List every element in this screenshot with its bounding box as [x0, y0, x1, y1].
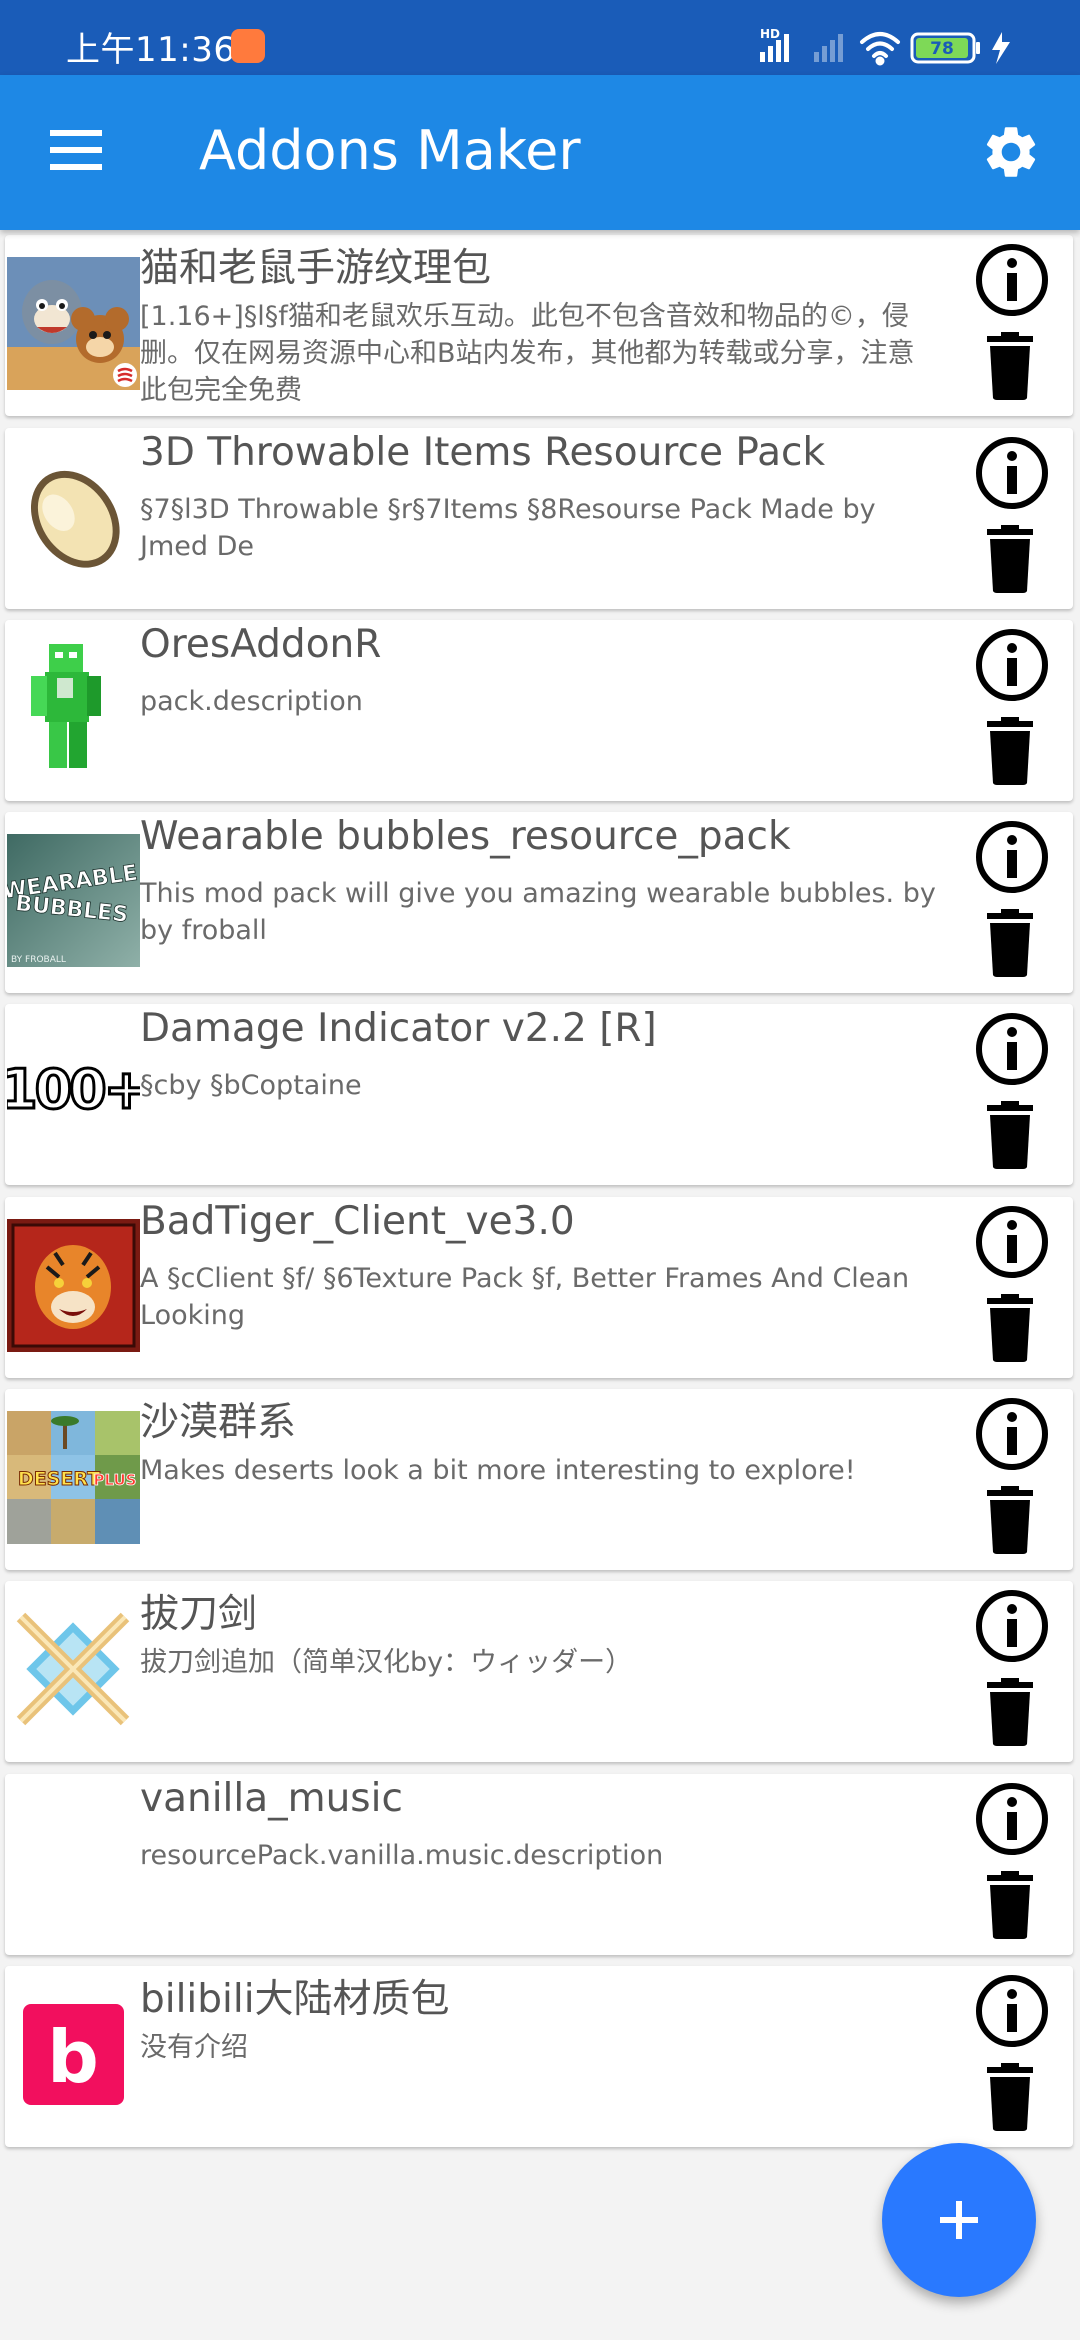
app-bar: Addons Maker	[0, 75, 1080, 230]
egg-item-thumbnail	[7, 450, 140, 583]
info-icon[interactable]	[973, 1203, 1051, 1281]
pack-title: 拔刀剑	[140, 1592, 258, 1637]
froball-thumb-text: BY FROBALL	[11, 955, 66, 965]
pack-card[interactable]: BadTiger_Client_ve3.0 A §cClient §f/ §6T…	[5, 1197, 1073, 1378]
network-label: HD	[760, 27, 780, 41]
pack-card[interactable]: 猫和老鼠手游纹理包 [1.16+]§l§f猫和老鼠欢乐互动。此包不包含音效和物品…	[5, 235, 1073, 416]
trash-icon[interactable]	[985, 1101, 1035, 1169]
pack-card[interactable]: WEARABLE BUBBLES BY FROBALL Wearable bub…	[5, 812, 1073, 993]
pack-card[interactable]: DESERT PLUS 沙漠群系 Makes deserts look a bi…	[5, 1389, 1073, 1570]
wifi-icon	[860, 32, 900, 66]
battery-level: 78	[930, 39, 954, 59]
pack-card[interactable]: 3D Throwable Items Resource Pack §7§l3D …	[5, 428, 1073, 609]
crossed-swords-thumbnail	[7, 1603, 140, 1736]
trash-icon[interactable]	[985, 1871, 1035, 1939]
pack-description: resourcePack.vanilla.music.description	[140, 1840, 664, 1871]
pack-title: Wearable bubbles_resource_pack	[140, 814, 791, 859]
desert-thumb-text: DESERT	[18, 1468, 100, 1490]
settings-icon[interactable]	[980, 121, 1042, 183]
charging-icon	[992, 32, 1010, 64]
trash-icon[interactable]	[985, 525, 1035, 593]
bilibili-thumb-text: b	[47, 2015, 99, 2099]
pack-thumbnail	[7, 1219, 140, 1352]
pack-thumbnail: WEARABLE BUBBLES BY FROBALL	[7, 834, 140, 967]
pack-thumbnail	[7, 450, 140, 583]
plus-thumb-text: PLUS	[93, 1471, 136, 1489]
tiger-logo-thumbnail	[7, 1219, 140, 1352]
bilibili-logo-thumbnail: b	[7, 1988, 140, 2121]
pack-thumbnail	[7, 257, 140, 390]
pack-title: vanilla_music	[140, 1776, 403, 1821]
green-ore-character-thumbnail	[7, 642, 140, 775]
app-notification-icon	[231, 29, 265, 63]
battery-icon: 78	[910, 32, 980, 64]
blank-thumbnail	[7, 1796, 140, 1929]
wearable-bubbles-thumbnail: WEARABLE BUBBLES BY FROBALL	[7, 834, 140, 967]
status-icons: HD 78	[760, 27, 1010, 66]
pack-card[interactable]: 100+ Damage Indicator v2.2 [R] §cby §bCo…	[5, 1004, 1073, 1185]
pack-description: pack.description	[140, 686, 363, 717]
trash-icon[interactable]	[985, 332, 1035, 400]
pack-description: A §cClient §f/ §6Texture Pack §f, Better…	[140, 1263, 910, 1331]
pack-thumbnail	[7, 1603, 140, 1736]
pack-description: This mod pack will give you amazing wear…	[140, 878, 936, 946]
info-icon[interactable]	[973, 1395, 1051, 1473]
pack-thumbnail: b	[7, 1988, 140, 2121]
pack-thumbnail	[7, 1796, 140, 1929]
add-icon	[940, 2201, 978, 2239]
pack-title: 猫和老鼠手游纹理包	[140, 246, 492, 291]
info-icon[interactable]	[973, 434, 1051, 512]
pack-thumbnail	[7, 642, 140, 775]
pack-description: §cby §bCoptaine	[140, 1070, 362, 1101]
pack-card[interactable]: 拔刀剑 拔刀剑追加（简单汉化by：ウィッダー）	[5, 1581, 1073, 1762]
pack-title: BadTiger_Client_ve3.0	[140, 1199, 575, 1244]
menu-icon[interactable]	[48, 128, 104, 172]
pack-title: bilibili大陆材质包	[140, 1977, 450, 2022]
info-icon[interactable]	[973, 1587, 1051, 1665]
pack-description: 拔刀剑追加（简单汉化by：ウィッダー）	[140, 1647, 633, 1678]
trash-icon[interactable]	[985, 909, 1035, 977]
pack-thumbnail: 100+	[7, 1026, 140, 1159]
info-icon[interactable]	[973, 626, 1051, 704]
pack-description: [1.16+]§l§f猫和老鼠欢乐互动。此包不包含音效和物品的©，侵删。仅在网易…	[140, 301, 915, 406]
app-title: Addons Maker	[199, 119, 581, 182]
trash-icon[interactable]	[985, 2063, 1035, 2131]
pack-title: 3D Throwable Items Resource Pack	[140, 430, 826, 475]
desert-plus-thumbnail: DESERT PLUS	[7, 1411, 140, 1544]
pack-title: OresAddonR	[140, 622, 382, 667]
info-icon[interactable]	[973, 818, 1051, 896]
info-icon[interactable]	[973, 1972, 1051, 2050]
pack-description: 没有介绍	[140, 2032, 248, 2063]
pack-card[interactable]: OresAddonR pack.description	[5, 620, 1073, 801]
add-pack-button[interactable]	[882, 2143, 1036, 2297]
pack-card[interactable]: b bilibili大陆材质包 没有介绍	[5, 1966, 1073, 2147]
info-icon[interactable]	[973, 1010, 1051, 1088]
status-bar: 上午11:36 HD 78	[0, 0, 1080, 75]
damage-thumb-text: 100+	[7, 1058, 140, 1121]
status-time: 上午11:36	[66, 30, 236, 70]
tom-and-jerry-thumbnail	[7, 257, 140, 390]
info-icon[interactable]	[973, 1780, 1051, 1858]
damage-number-thumbnail: 100+	[7, 1026, 140, 1159]
pack-title: Damage Indicator v2.2 [R]	[140, 1006, 657, 1051]
trash-icon[interactable]	[985, 717, 1035, 785]
pack-description: §7§l3D Throwable §r§7Items §8Resourse Pa…	[140, 494, 876, 562]
signal-empty-icon	[814, 34, 843, 62]
info-icon[interactable]	[973, 241, 1051, 319]
trash-icon[interactable]	[985, 1294, 1035, 1362]
signal-icon: HD	[760, 27, 789, 62]
pack-thumbnail: DESERT PLUS	[7, 1411, 140, 1544]
trash-icon[interactable]	[985, 1486, 1035, 1554]
pack-card[interactable]: vanilla_music resourcePack.vanilla.music…	[5, 1774, 1073, 1955]
trash-icon[interactable]	[985, 1678, 1035, 1746]
pack-description: Makes deserts look a bit more interestin…	[140, 1455, 856, 1486]
pack-title: 沙漠群系	[140, 1400, 297, 1445]
